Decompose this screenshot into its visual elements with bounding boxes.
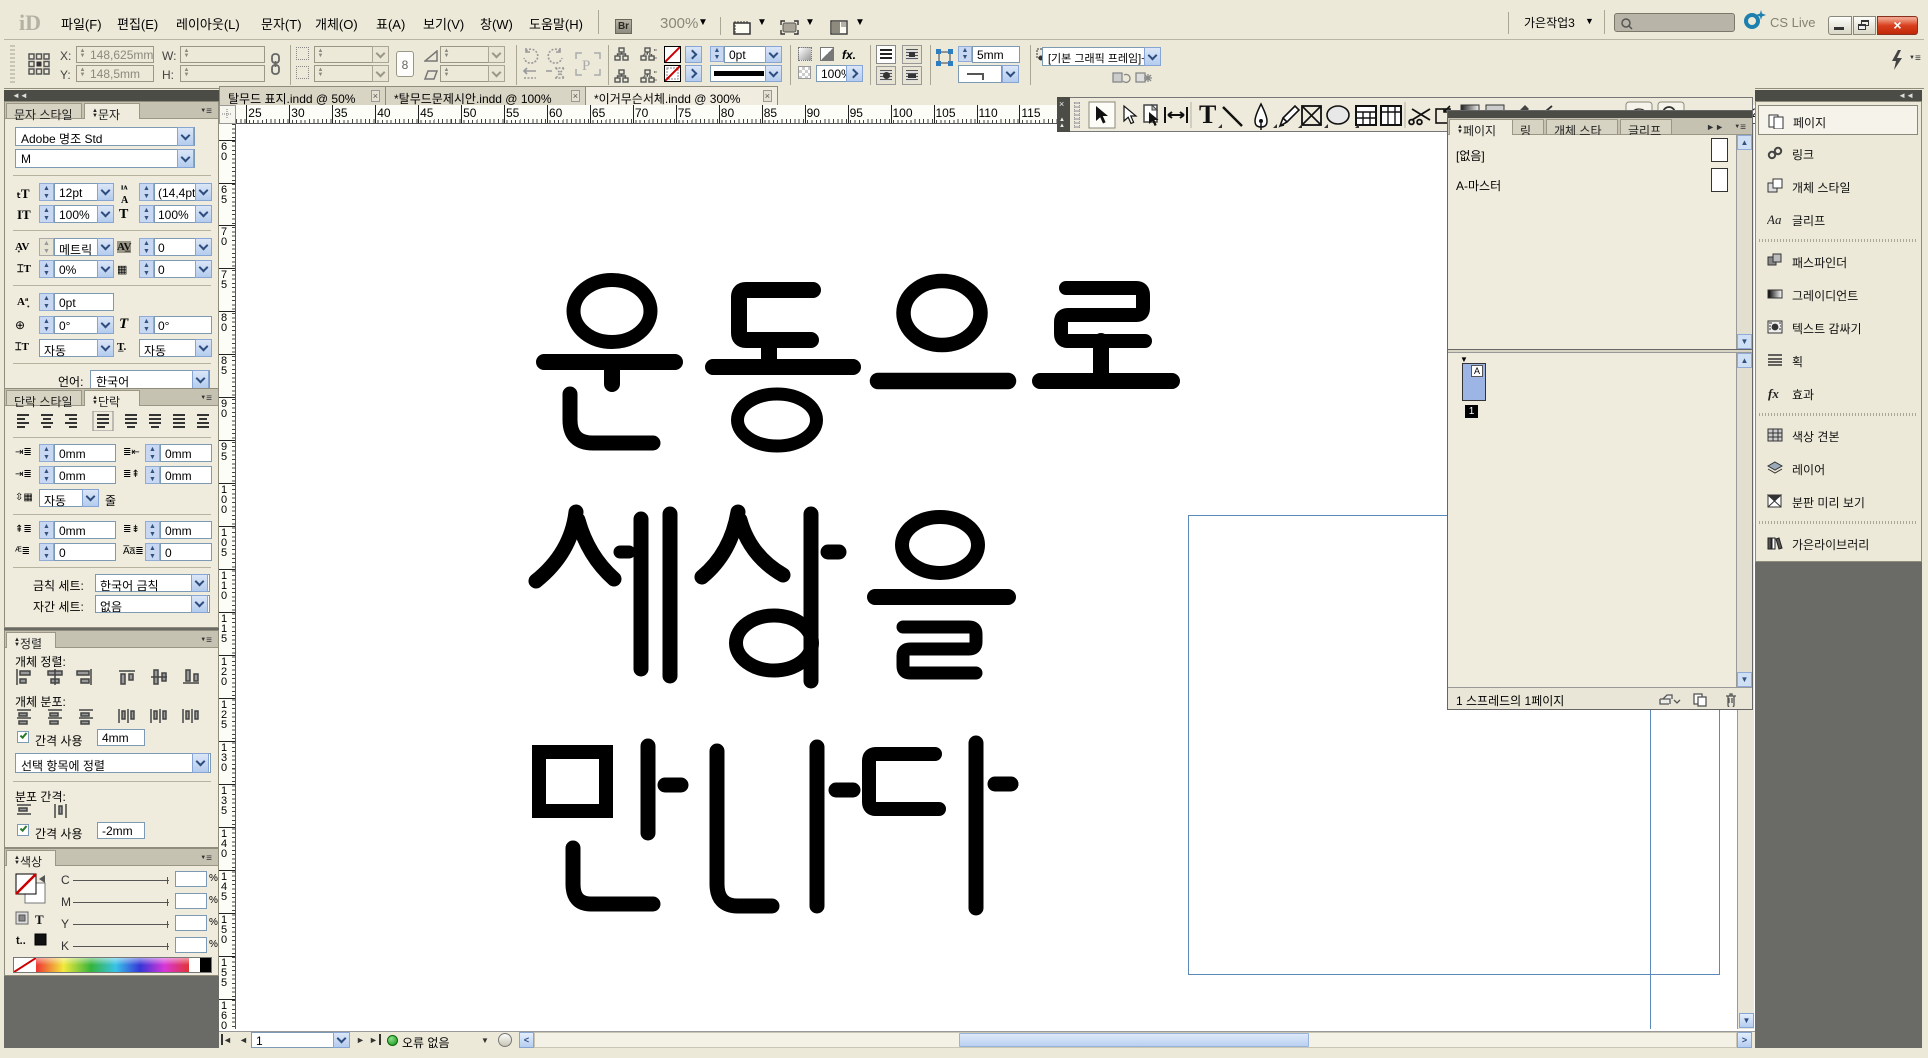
svg-text:T: T: [35, 912, 44, 927]
svg-text:Aa: Aa: [1767, 212, 1782, 227]
svg-text:T: T: [1199, 100, 1216, 129]
svg-text:fx: fx: [1768, 386, 1779, 401]
svg-text:P: P: [582, 58, 590, 74]
svg-text:t..: t..: [16, 935, 26, 947]
